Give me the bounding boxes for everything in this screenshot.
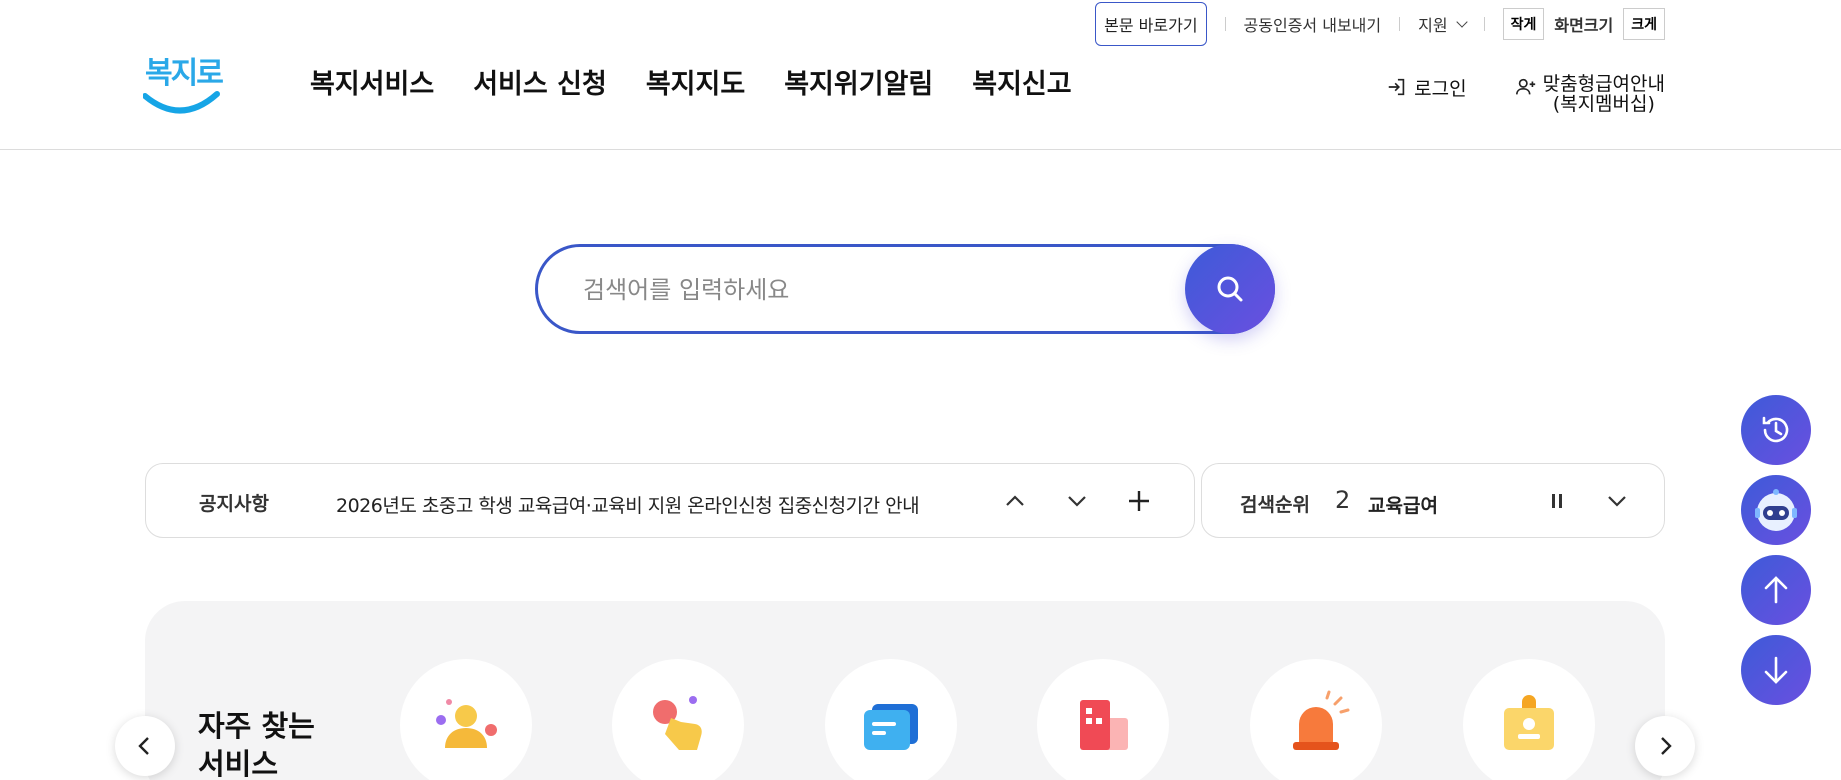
nav-welfare-services[interactable]: 복지서비스 xyxy=(310,62,434,101)
message-card-icon xyxy=(864,704,918,750)
ranking-expand-button[interactable] xyxy=(1600,484,1634,518)
id-badge-icon xyxy=(1504,695,1554,750)
search-button[interactable] xyxy=(1185,244,1275,334)
arrow-down-icon xyxy=(1764,656,1788,684)
notice-bar: 공지사항 2026년도 초중고 학생 교육급여·교육비 지원 온라인신청 집중신… xyxy=(145,463,1195,538)
divider xyxy=(1224,17,1226,31)
nav-crisis-alert[interactable]: 복지위기알림 xyxy=(784,62,933,101)
recent-history-button[interactable] xyxy=(1741,395,1811,465)
main-nav: 복지서비스 서비스 신청 복지지도 복지위기알림 복지신고 xyxy=(310,62,1072,101)
notice-next-button[interactable] xyxy=(1060,484,1094,518)
login-link[interactable]: 로그인 xyxy=(1386,74,1467,114)
notice-more-button[interactable] xyxy=(1122,484,1156,518)
chatbot-icon xyxy=(1755,489,1797,531)
touch-hand-icon xyxy=(653,696,702,750)
service-item-6[interactable] xyxy=(1463,659,1595,780)
history-icon xyxy=(1762,416,1789,443)
divider xyxy=(1483,17,1485,31)
search-icon xyxy=(1217,276,1243,302)
search-input[interactable] xyxy=(583,269,1163,311)
ranking-keyword[interactable]: 교육급여 xyxy=(1368,491,1438,518)
frequent-services-title: 자주 찾는 서비스 xyxy=(198,707,315,780)
notice-label: 공지사항 xyxy=(199,493,269,515)
carousel-next-button[interactable] xyxy=(1635,716,1695,776)
font-large-button[interactable]: 크게 xyxy=(1623,8,1665,40)
custom-benefit-link[interactable]: 맞춤형급여안내 (복지멤버십) xyxy=(1515,74,1665,114)
custom-benefit-label: 맞춤형급여안내 (복지멤버십) xyxy=(1543,74,1665,114)
pause-icon xyxy=(1552,494,1562,508)
ranking-pause-button[interactable] xyxy=(1540,484,1574,518)
chevron-left-icon xyxy=(138,737,149,755)
service-item-2[interactable] xyxy=(612,659,744,780)
alarm-siren-icon xyxy=(1293,690,1350,750)
building-icon xyxy=(1080,700,1128,750)
divider xyxy=(1399,17,1401,31)
scroll-top-button[interactable] xyxy=(1741,555,1811,625)
skip-to-content-link[interactable]: 본문 바로가기 xyxy=(1095,2,1207,46)
support-label: 지원 xyxy=(1418,16,1448,35)
service-item-4[interactable] xyxy=(1037,659,1169,780)
user-menu: 로그인 맞춤형급여안내 (복지멤버십) xyxy=(1386,74,1665,114)
cert-export-link[interactable]: 공동인증서 내보내기 xyxy=(1244,12,1382,36)
custom-benefit-line1: 맞춤형급여안내 xyxy=(1542,73,1665,95)
frequent-title-line2: 서비스 xyxy=(198,747,279,780)
nav-welfare-report[interactable]: 복지신고 xyxy=(972,62,1071,101)
login-icon xyxy=(1388,78,1405,96)
login-label: 로그인 xyxy=(1414,78,1467,100)
ranking-label: 검색순위 xyxy=(1240,494,1310,516)
support-dropdown[interactable]: 지원 xyxy=(1418,12,1468,36)
plus-icon xyxy=(1129,491,1149,511)
font-small-button[interactable]: 작게 xyxy=(1502,8,1545,40)
notice-message[interactable]: 2026년도 초중고 학생 교육급여·교육비 지원 온라인신청 집중신청기간 안… xyxy=(336,491,920,518)
header-divider xyxy=(0,149,1841,150)
ranking-number: 2 xyxy=(1335,486,1351,514)
chevron-right-icon xyxy=(1661,737,1672,755)
scroll-bottom-button[interactable] xyxy=(1741,635,1811,705)
font-size-label: 화면크기 xyxy=(1554,16,1614,35)
person-icon xyxy=(436,699,497,748)
search-box xyxy=(535,244,1275,334)
logo-text: 복지로 xyxy=(145,56,224,91)
chevron-down-icon xyxy=(1455,15,1468,28)
arrow-up-icon xyxy=(1764,576,1788,604)
service-item-3[interactable] xyxy=(825,659,957,780)
chevron-down-icon xyxy=(1068,496,1086,507)
add-user-icon xyxy=(1515,78,1535,95)
frequent-title-line1: 자주 찾는 xyxy=(198,709,315,743)
search-ranking: 검색순위 2 교육급여 xyxy=(1201,463,1665,538)
nav-welfare-map[interactable]: 복지지도 xyxy=(646,62,745,101)
carousel-prev-button[interactable] xyxy=(115,716,175,776)
chevron-down-icon xyxy=(1608,496,1626,507)
chatbot-button[interactable] xyxy=(1741,475,1811,545)
chevron-up-icon xyxy=(1006,495,1024,506)
service-item-1[interactable] xyxy=(400,659,532,780)
notice-prev-button[interactable] xyxy=(998,484,1032,518)
logo-smile-icon xyxy=(143,91,220,114)
site-logo[interactable]: 복지로 xyxy=(143,48,224,118)
nav-service-apply[interactable]: 서비스 신청 xyxy=(473,62,607,101)
custom-benefit-line2: (복지멤버십) xyxy=(1552,93,1655,115)
utility-bar: 본문 바로가기 공동인증서 내보내기 지원 작게 화면크기 크게 xyxy=(1095,2,1665,46)
service-item-5[interactable] xyxy=(1250,659,1382,780)
